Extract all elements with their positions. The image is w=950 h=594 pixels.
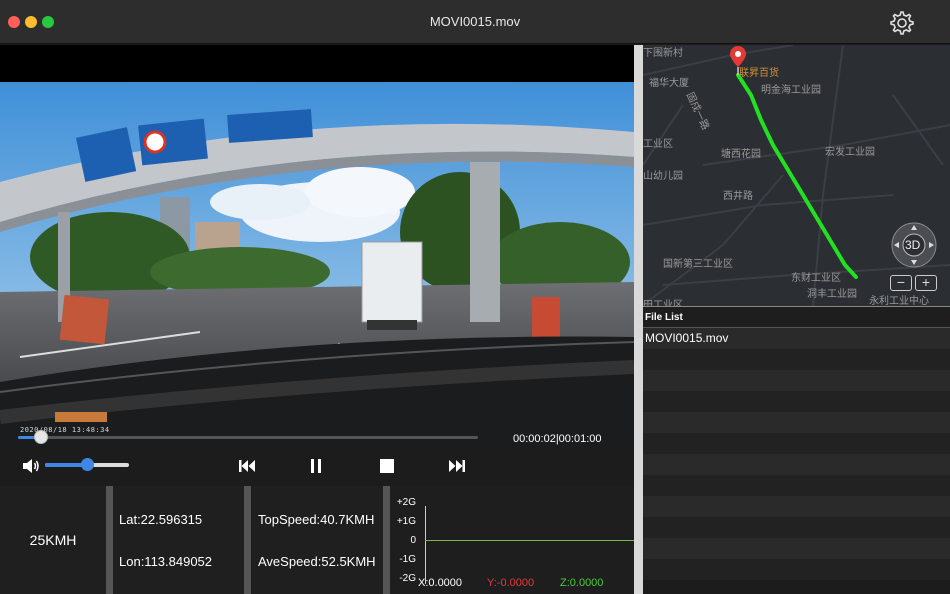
file-list-empty-row <box>643 412 950 433</box>
map-label: 明金海工业园 <box>761 85 821 96</box>
gsensor-z-value: Z:0.0000 <box>560 577 604 589</box>
file-list: File List MOVI0015.mov <box>643 306 950 594</box>
map-label: 联昇百货 <box>739 68 779 79</box>
window-title: MOVI0015.mov <box>429 14 521 29</box>
map-label: 福华大厦 <box>649 78 689 89</box>
file-list-empty-row <box>643 349 950 370</box>
top-speed: TopSpeed:40.7KMH <box>258 512 375 527</box>
speed-panel: 25KMH <box>0 486 106 594</box>
file-list-empty-row <box>643 370 950 391</box>
panel-separator <box>244 486 251 594</box>
gsensor-label: 0 <box>410 535 416 546</box>
file-list-empty-row <box>643 391 950 412</box>
map-label: 工业区 <box>643 139 673 150</box>
zoom-out-button[interactable]: − <box>890 275 912 291</box>
gsensor-label: -1G <box>399 554 416 565</box>
gsensor-label: +1G <box>396 516 416 527</box>
file-list-empty-row <box>643 559 950 580</box>
pause-icon[interactable] <box>305 455 327 477</box>
map-label: 国新第三工业区 <box>663 259 733 270</box>
speaker-icon[interactable] <box>20 455 42 477</box>
volume-slider[interactable] <box>45 458 129 471</box>
telemetry-panel: 25KMH Lat:22.596315 Lon:113.849052 TopSp… <box>0 486 634 594</box>
map-label: 东财工业区 <box>791 273 841 284</box>
longitude: Lon:113.849052 <box>119 554 213 569</box>
video-frame <box>0 82 634 447</box>
gsensor-label: -2G <box>399 573 416 584</box>
playback-controls <box>0 447 634 485</box>
gsensor-axis <box>425 506 426 584</box>
gps-panel: Lat:22.596315 Lon:113.849052 <box>113 486 244 594</box>
map-view[interactable]: 下围新村 福华大厦 联昇百货 明金海工业园 工业区 塘西花园 宏发工业园 山幼儿… <box>643 45 950 306</box>
map-label: 塘西花园 <box>721 149 761 160</box>
gear-icon[interactable] <box>888 9 916 37</box>
file-list-empty-row <box>643 454 950 475</box>
gsensor-label: +2G <box>396 497 416 508</box>
panel-separator <box>106 486 113 594</box>
current-speed: 25KMH <box>29 532 77 548</box>
gsensor-y-value: Y:-0.0000 <box>487 577 535 589</box>
video-timestamp-overlay: 2020/08/18 13:48:34 <box>20 426 110 434</box>
latitude: Lat:22.596315 <box>119 512 203 527</box>
playback-timecode: 00:00:02|00:01:00 <box>513 433 602 445</box>
view-mode-label[interactable]: 3D <box>905 238 920 252</box>
file-list-empty-row <box>643 475 950 496</box>
seek-bar-knob[interactable] <box>34 430 48 444</box>
map-label: 山幼儿园 <box>643 171 683 182</box>
map-label: 宏发工业园 <box>825 147 875 158</box>
map-label: 西井路 <box>723 191 753 202</box>
stop-icon[interactable] <box>376 455 398 477</box>
map-label: 下围新村 <box>643 48 683 59</box>
app-window: MOVI0015.mov 2020/08/18 13:48:34 00:00:0… <box>0 0 950 594</box>
previous-icon[interactable] <box>236 455 258 477</box>
zoom-in-button[interactable]: + <box>915 275 937 291</box>
file-list-empty-row <box>643 496 950 517</box>
file-list-empty-row <box>643 433 950 454</box>
panel-separator <box>383 486 390 594</box>
gps-route <box>736 73 858 279</box>
map-label: 永利工业中心 <box>869 296 929 306</box>
file-list-rows: MOVI0015.mov <box>643 328 950 580</box>
volume-knob[interactable] <box>81 458 94 471</box>
average-speed: AveSpeed:52.5KMH <box>258 554 376 569</box>
map-label: 洞丰工业园 <box>807 289 857 300</box>
video-player[interactable]: 2020/08/18 13:48:34 <box>0 45 634 447</box>
map-label: 田工业区 <box>643 300 683 306</box>
gsensor-graph: +2G +1G 0 -1G -2G X:0.0000 Y:-0.0000 Z:0… <box>390 486 634 594</box>
next-icon[interactable] <box>446 455 468 477</box>
file-list-empty-row <box>643 538 950 559</box>
gsensor-trace <box>425 540 634 541</box>
file-list-item[interactable]: MOVI0015.mov <box>643 328 950 349</box>
title-bar: MOVI0015.mov <box>0 0 950 44</box>
speed-stats-panel: TopSpeed:40.7KMH AveSpeed:52.5KMH <box>251 486 383 594</box>
file-list-header: File List <box>643 307 950 328</box>
file-list-empty-row <box>643 517 950 538</box>
split-divider[interactable] <box>634 45 643 594</box>
seek-bar[interactable] <box>18 430 478 444</box>
gsensor-x-value: X:0.0000 <box>418 577 463 589</box>
